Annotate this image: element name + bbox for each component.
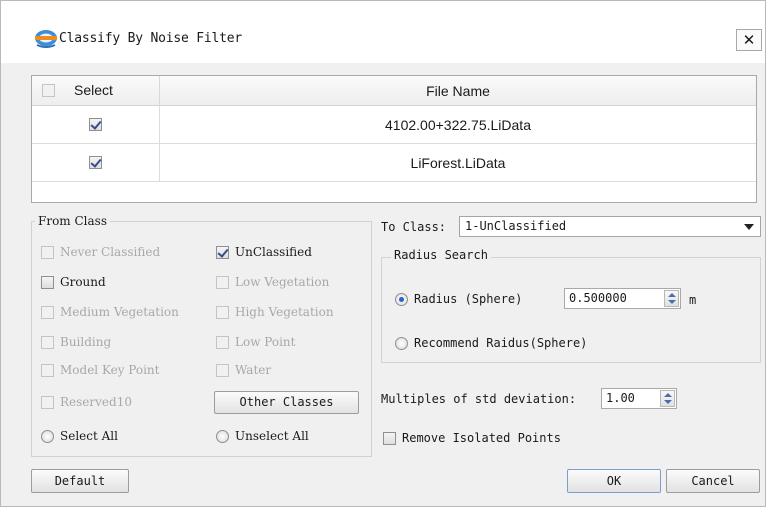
- from-class-option: Medium Vegetation: [41, 305, 179, 319]
- radius-value: 0.500000: [569, 291, 627, 305]
- from-class-checkbox: [216, 336, 229, 349]
- from-class-option: Reserved10: [41, 395, 132, 409]
- from-class-option-label: Reserved10: [60, 395, 132, 409]
- noise-filter-dialog: Classify By Noise Filter ✕ Select File N…: [0, 0, 766, 507]
- from-class-option[interactable]: Ground: [41, 275, 106, 289]
- table-row[interactable]: LiForest.LiData: [32, 144, 756, 182]
- close-button[interactable]: ✕: [736, 29, 762, 51]
- ok-button[interactable]: OK: [567, 469, 661, 493]
- close-icon: ✕: [742, 31, 756, 49]
- std-deviation-label: Multiples of std deviation:: [381, 392, 577, 406]
- from-class-option-label: Water: [235, 363, 272, 377]
- from-class-option-label: Low Point: [235, 335, 296, 349]
- other-classes-button[interactable]: Other Classes: [214, 391, 359, 414]
- row-select-cell: [32, 106, 160, 144]
- row-checkbox[interactable]: [89, 156, 102, 169]
- select-column-header[interactable]: Select: [32, 76, 160, 106]
- window-title: Classify By Noise Filter: [59, 31, 243, 46]
- from-class-title: From Class: [35, 214, 110, 228]
- from-class-option-label: High Vegetation: [235, 305, 334, 319]
- from-class-option[interactable]: UnClassified: [216, 245, 312, 259]
- row-checkbox[interactable]: [89, 118, 102, 131]
- radius-radio-option[interactable]: Radius (Sphere): [395, 292, 522, 306]
- radius-input[interactable]: 0.500000: [564, 288, 681, 309]
- from-class-checkbox: [41, 336, 54, 349]
- select-all-files-checkbox[interactable]: [42, 84, 55, 97]
- spin-arrows-icon[interactable]: [664, 290, 679, 307]
- spin-arrows-icon[interactable]: [660, 390, 675, 407]
- from-class-option: Never Classified: [41, 245, 160, 259]
- recommend-radius-radio-option[interactable]: Recommend Raidus(Sphere): [395, 336, 587, 350]
- from-class-option: Low Point: [216, 335, 295, 349]
- file-name-cell: 4102.00+322.75.LiData: [385, 117, 531, 133]
- to-class-label: To Class:: [381, 220, 447, 234]
- select-all-radio-option[interactable]: Select All: [41, 429, 118, 443]
- from-class-checkbox[interactable]: [41, 276, 54, 289]
- lidar-app-logo-icon: [35, 30, 57, 48]
- table-row[interactable]: 4102.00+322.75.LiData: [32, 106, 756, 144]
- radius-label: Radius (Sphere): [414, 292, 523, 306]
- table-header: Select File Name: [32, 76, 756, 106]
- select-column-label: Select: [74, 82, 113, 98]
- recommend-radius-radio[interactable]: [395, 337, 408, 350]
- radius-radio[interactable]: [395, 293, 408, 306]
- chevron-down-icon: [744, 224, 754, 230]
- radius-unit: m: [689, 293, 697, 307]
- from-class-checkbox: [216, 276, 229, 289]
- to-class-dropdown[interactable]: 1-UnClassified: [459, 216, 761, 237]
- recommend-radius-label: Recommend Raidus(Sphere): [414, 336, 588, 350]
- from-class-option-label: Low Vegetation: [235, 275, 330, 289]
- from-class-option-label: UnClassified: [235, 245, 312, 259]
- std-deviation-input[interactable]: 1.00: [601, 388, 677, 409]
- from-class-option-label: Ground: [60, 275, 106, 289]
- radius-search-title: Radius Search: [391, 248, 491, 262]
- from-class-checkbox[interactable]: [216, 246, 229, 259]
- remove-isolated-label: Remove Isolated Points: [402, 431, 561, 445]
- default-button[interactable]: Default: [31, 469, 129, 493]
- from-class-checkbox: [216, 364, 229, 377]
- select-all-radio[interactable]: [41, 430, 54, 443]
- file-table: Select File Name 4102.00+322.75.LiData L…: [31, 75, 757, 203]
- from-class-option: Model Key Point: [41, 363, 160, 377]
- file-name-column-header[interactable]: File Name: [160, 76, 756, 106]
- unselect-all-label: Unselect All: [235, 429, 309, 443]
- from-class-option: High Vegetation: [216, 305, 334, 319]
- unselect-all-radio[interactable]: [216, 430, 229, 443]
- remove-isolated-option[interactable]: Remove Isolated Points: [383, 431, 561, 445]
- from-class-checkbox: [41, 396, 54, 409]
- from-class-checkbox: [216, 306, 229, 319]
- std-deviation-value: 1.00: [606, 391, 635, 405]
- to-class-value: 1-UnClassified: [465, 219, 567, 233]
- from-class-option-label: Model Key Point: [60, 363, 160, 377]
- from-class-option-label: Medium Vegetation: [60, 305, 179, 319]
- from-class-option-label: Building: [60, 335, 112, 349]
- remove-isolated-checkbox[interactable]: [383, 432, 396, 445]
- row-select-cell: [32, 144, 160, 182]
- from-class-checkbox: [41, 364, 54, 377]
- from-class-option-label: Never Classified: [60, 245, 161, 259]
- title-bar: Classify By Noise Filter ✕: [1, 1, 765, 63]
- cancel-button[interactable]: Cancel: [666, 469, 760, 493]
- select-all-label: Select All: [60, 429, 118, 443]
- from-class-option: Building: [41, 335, 111, 349]
- file-name-cell: LiForest.LiData: [410, 155, 506, 171]
- from-class-checkbox: [41, 306, 54, 319]
- unselect-all-radio-option[interactable]: Unselect All: [216, 429, 309, 443]
- from-class-option: Water: [216, 363, 271, 377]
- from-class-checkbox: [41, 246, 54, 259]
- from-class-option: Low Vegetation: [216, 275, 329, 289]
